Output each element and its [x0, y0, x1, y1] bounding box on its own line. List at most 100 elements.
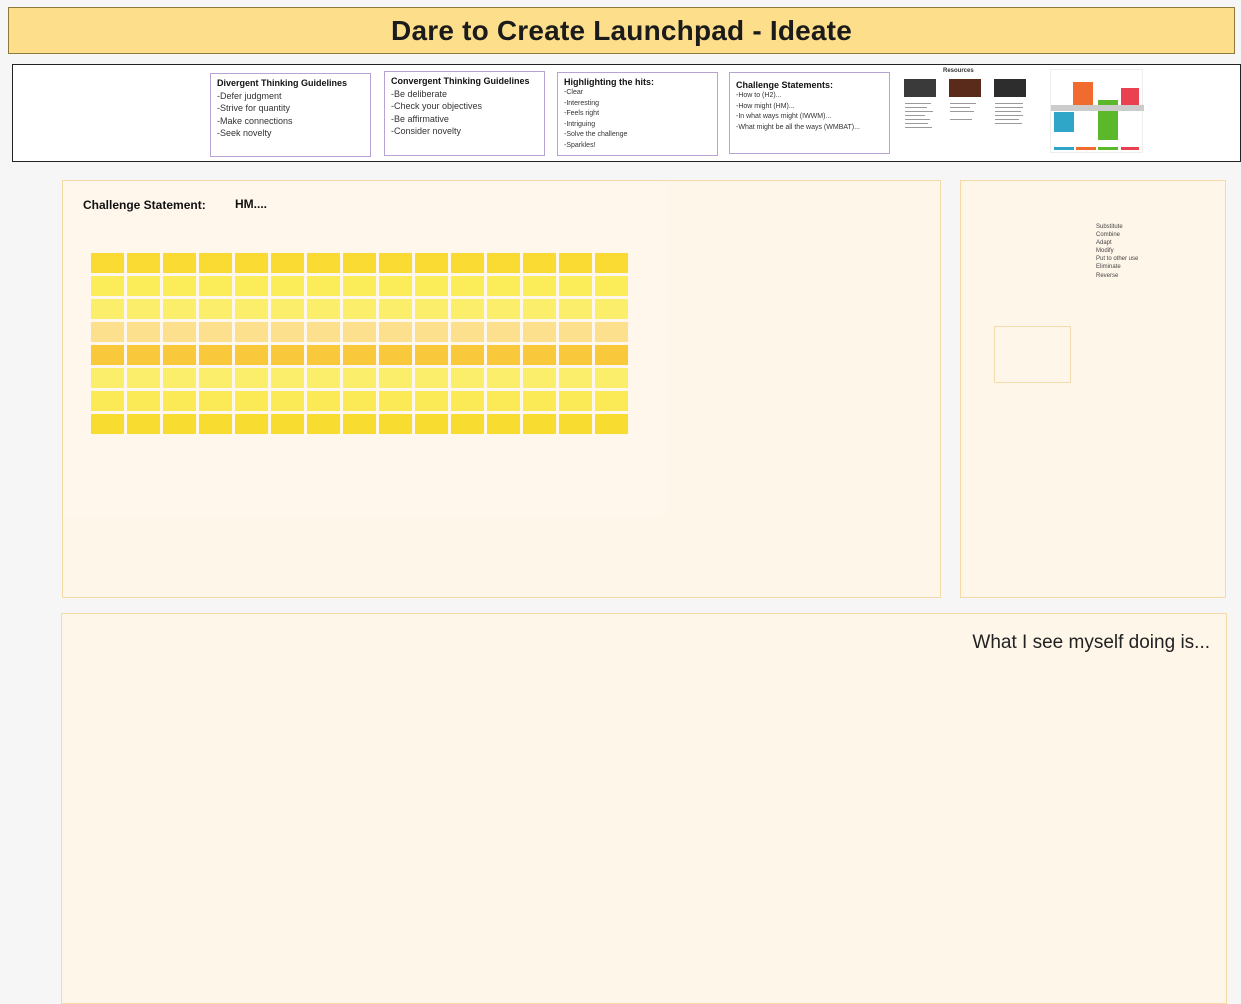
sticky-note[interactable]	[307, 276, 340, 296]
sticky-note[interactable]	[271, 345, 304, 365]
convergent-guidelines-card[interactable]: Convergent Thinking Guidelines -Be delib…	[384, 71, 545, 156]
resource-thumbnail[interactable]	[947, 77, 983, 143]
sticky-note[interactable]	[451, 391, 484, 411]
sticky-note[interactable]	[235, 391, 268, 411]
sticky-note[interactable]	[91, 299, 124, 319]
sticky-note[interactable]	[199, 299, 232, 319]
sticky-note[interactable]	[487, 253, 520, 273]
sticky-note[interactable]	[595, 299, 628, 319]
empty-note-frame[interactable]	[994, 326, 1071, 383]
sticky-note[interactable]	[163, 391, 196, 411]
sticky-note[interactable]	[451, 299, 484, 319]
sticky-note[interactable]	[415, 391, 448, 411]
sticky-note[interactable]	[127, 345, 160, 365]
sticky-note[interactable]	[91, 276, 124, 296]
sticky-note[interactable]	[163, 345, 196, 365]
sticky-note[interactable]	[199, 276, 232, 296]
sticky-note[interactable]	[559, 299, 592, 319]
sticky-note[interactable]	[307, 368, 340, 388]
sticky-note[interactable]	[487, 276, 520, 296]
highlighting-hits-card[interactable]: Highlighting the hits: -Clear -Interesti…	[557, 72, 718, 156]
sticky-note[interactable]	[307, 322, 340, 342]
sticky-note[interactable]	[595, 414, 628, 434]
sticky-note[interactable]	[271, 253, 304, 273]
sticky-note[interactable]	[271, 414, 304, 434]
board-title-banner[interactable]: Dare to Create Launchpad - Ideate	[8, 7, 1235, 54]
sticky-note[interactable]	[163, 276, 196, 296]
sticky-note[interactable]	[235, 253, 268, 273]
sticky-note[interactable]	[199, 322, 232, 342]
sticky-note[interactable]	[91, 253, 124, 273]
sticky-note[interactable]	[343, 414, 376, 434]
sticky-note[interactable]	[163, 299, 196, 319]
ideate-panel[interactable]: Challenge Statement: HM....	[62, 180, 941, 598]
sticky-note[interactable]	[271, 299, 304, 319]
sticky-note[interactable]	[379, 322, 412, 342]
sticky-note[interactable]	[379, 253, 412, 273]
sticky-note[interactable]	[523, 253, 556, 273]
sticky-note[interactable]	[487, 414, 520, 434]
sticky-note[interactable]	[271, 368, 304, 388]
sticky-note[interactable]	[523, 391, 556, 411]
resource-thumbnail[interactable]	[992, 77, 1028, 143]
sticky-note[interactable]	[559, 276, 592, 296]
sticky-note[interactable]	[199, 391, 232, 411]
resource-matrix-thumbnail[interactable]	[1050, 69, 1144, 153]
sticky-note[interactable]	[595, 253, 628, 273]
sticky-note[interactable]	[451, 414, 484, 434]
sticky-note[interactable]	[127, 368, 160, 388]
sticky-note[interactable]	[559, 368, 592, 388]
sticky-note[interactable]	[595, 345, 628, 365]
sticky-note[interactable]	[415, 253, 448, 273]
sticky-note[interactable]	[199, 368, 232, 388]
sticky-note[interactable]	[451, 345, 484, 365]
sticky-note[interactable]	[379, 276, 412, 296]
sticky-note[interactable]	[163, 253, 196, 273]
sticky-note[interactable]	[559, 391, 592, 411]
sticky-note[interactable]	[91, 414, 124, 434]
sticky-note[interactable]	[451, 322, 484, 342]
sticky-note[interactable]	[595, 391, 628, 411]
sticky-note[interactable]	[559, 322, 592, 342]
sticky-note[interactable]	[343, 276, 376, 296]
sticky-note[interactable]	[199, 345, 232, 365]
sticky-note[interactable]	[559, 414, 592, 434]
sticky-note[interactable]	[415, 368, 448, 388]
sticky-note[interactable]	[271, 391, 304, 411]
sticky-note[interactable]	[595, 276, 628, 296]
sticky-note[interactable]	[523, 276, 556, 296]
sticky-note[interactable]	[163, 368, 196, 388]
sticky-note[interactable]	[343, 299, 376, 319]
sticky-note[interactable]	[271, 322, 304, 342]
sticky-note[interactable]	[235, 276, 268, 296]
sticky-note[interactable]	[127, 276, 160, 296]
sticky-note[interactable]	[163, 322, 196, 342]
sticky-note[interactable]	[271, 276, 304, 296]
sticky-note[interactable]	[379, 391, 412, 411]
challenge-statements-card[interactable]: Challenge Statements: -How to (H2)... -H…	[729, 72, 890, 154]
sticky-note[interactable]	[343, 253, 376, 273]
sticky-note[interactable]	[523, 368, 556, 388]
resource-thumbnail[interactable]	[902, 77, 938, 143]
sticky-note[interactable]	[91, 322, 124, 342]
divergent-guidelines-card[interactable]: Divergent Thinking Guidelines -Defer jud…	[210, 73, 371, 157]
sticky-note[interactable]	[415, 322, 448, 342]
sticky-note[interactable]	[487, 299, 520, 319]
sticky-note[interactable]	[523, 414, 556, 434]
sticky-note[interactable]	[307, 391, 340, 411]
challenge-statement-value[interactable]: HM....	[235, 197, 267, 211]
scamper-panel[interactable]: Substitute Combine Adapt Modify Put to o…	[960, 180, 1226, 598]
sticky-note[interactable]	[559, 345, 592, 365]
sticky-note[interactable]	[595, 322, 628, 342]
sticky-note[interactable]	[415, 414, 448, 434]
sticky-note[interactable]	[379, 299, 412, 319]
sticky-note[interactable]	[451, 368, 484, 388]
sticky-note[interactable]	[127, 299, 160, 319]
sticky-note[interactable]	[235, 299, 268, 319]
sticky-note[interactable]	[127, 322, 160, 342]
sticky-note[interactable]	[307, 299, 340, 319]
guidelines-strip[interactable]: Divergent Thinking Guidelines -Defer jud…	[12, 64, 1241, 162]
sticky-note[interactable]	[487, 391, 520, 411]
sticky-note[interactable]	[595, 368, 628, 388]
sticky-note[interactable]	[343, 322, 376, 342]
